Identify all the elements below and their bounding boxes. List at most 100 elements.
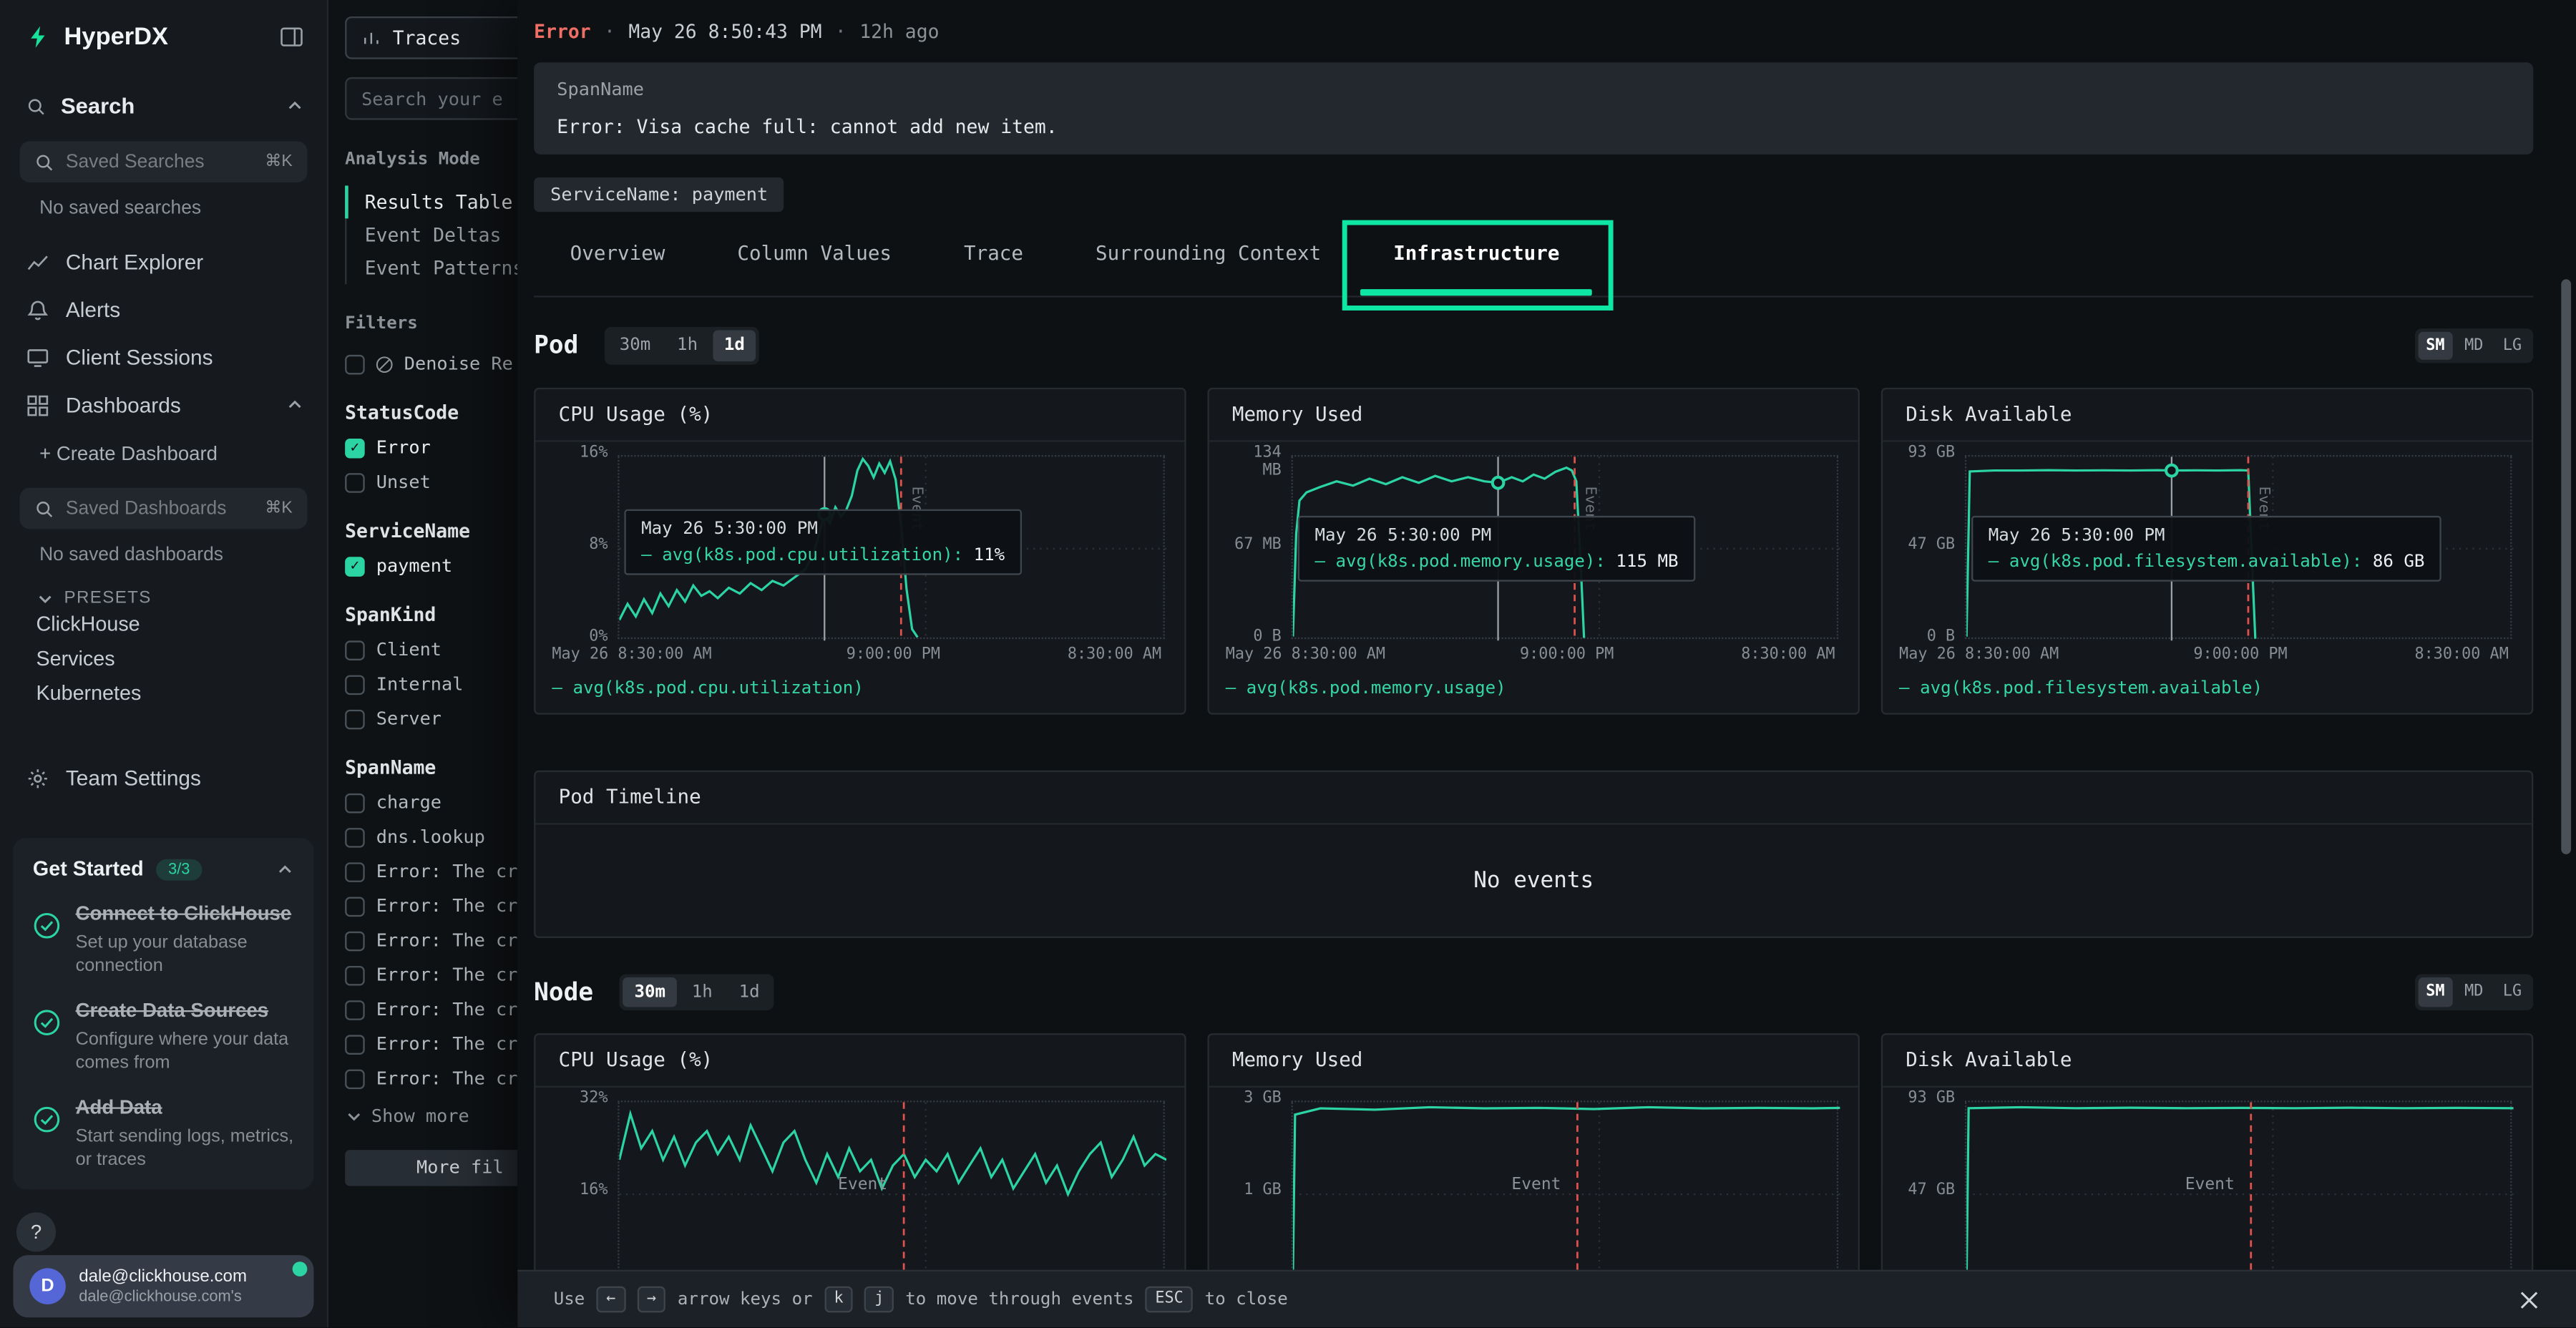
get-started-item-subtitle: Set up your database connection [76,931,294,978]
get-started-item-create-data-sources[interactable]: Create Data SourcesConfigure where your … [33,999,294,1075]
node-range-1h[interactable]: 1h [680,977,724,1007]
k-key[interactable]: k [824,1286,854,1313]
create-dashboard-button[interactable]: + Create Dashboard [39,442,327,465]
checkbox[interactable] [345,1000,365,1020]
j-key[interactable]: j [864,1286,894,1313]
get-started-item-connect-to-clickhouse[interactable]: Connect to ClickHouseSet up your databas… [33,902,294,977]
checkbox[interactable] [345,793,365,813]
esc-key[interactable]: ESC [1146,1286,1194,1313]
collapse-sidebar-icon[interactable] [279,24,303,49]
checkbox[interactable] [345,827,365,847]
checkbox[interactable] [345,931,365,951]
user-account-chip[interactable]: D dale@clickhouse.com dale@clickhouse.co… [13,1255,313,1317]
node-range-30m[interactable]: 30m [623,977,677,1007]
filter-option-dns-lookup[interactable]: dns.lookup [345,826,517,848]
checkbox[interactable] [345,354,365,374]
more-filters-button[interactable]: More fil [345,1150,517,1186]
checkbox[interactable] [345,861,365,882]
search-section-header[interactable]: Search [26,94,304,118]
saved-searches-input[interactable]: Saved Searches ⌘K [20,141,308,182]
chart-plot-pod-disk[interactable]: EventMay 26 5:30:00 PM— avg(k8s.pod.file… [1965,454,2512,638]
chart-plot-pod-cpu[interactable]: EventMay 26 5:30:00 PM— avg(k8s.pod.cpu.… [618,454,1165,638]
node-size-sm[interactable]: SM [2418,978,2453,1007]
chevron-up-icon[interactable] [276,860,294,878]
tooltip-series-label: avg(k8s.pod.filesystem.available): [2009,551,2373,571]
filter-option-unset[interactable]: Unset [345,472,517,493]
close-icon[interactable] [2519,1289,2540,1310]
checkbox[interactable] [345,709,365,729]
arrow-right-key[interactable]: → [637,1286,666,1313]
pod-range-30m[interactable]: 30m [608,330,663,361]
get-started-card: Get Started 3/3 Connect to ClickHouseSet… [13,838,313,1189]
filter-option-charge[interactable]: charge [345,792,517,814]
presets-toggle[interactable]: PRESETS [36,588,327,608]
checkbox[interactable] [345,965,365,985]
tab-overview[interactable]: Overview [570,241,665,296]
checkbox[interactable] [345,472,365,492]
filter-option-error-the-cr[interactable]: Error: The cr [345,1068,517,1089]
filter-option-error-the-cr[interactable]: Error: The cr [345,895,517,917]
analysis-mode-event-deltas[interactable]: Event Deltas [345,218,517,251]
sidebar-item-team-settings[interactable]: Team Settings [0,754,327,802]
checkbox[interactable]: ✓ [345,438,365,458]
preset-item-kubernetes[interactable]: Kubernetes [36,677,327,711]
arrow-left-key[interactable]: ← [596,1286,625,1313]
help-button[interactable]: ? [16,1212,56,1251]
source-selector-button[interactable]: Traces [345,16,517,59]
preset-item-clickhouse[interactable]: ClickHouse [36,607,327,642]
pod-size-md[interactable]: MD [2457,331,2492,360]
preset-item-services[interactable]: Services [36,643,327,677]
scrollbar-thumb[interactable] [2561,279,2571,854]
node-size-md[interactable]: MD [2457,978,2492,1007]
pod-size-sm[interactable]: SM [2418,331,2453,360]
get-started-header[interactable]: Get Started 3/3 [33,857,294,880]
filter-option-payment[interactable]: ✓payment [345,555,517,577]
checkbox[interactable] [345,1068,365,1088]
pod-range-1d[interactable]: 1d [713,330,756,361]
filter-option-error-the-cr[interactable]: Error: The cr [345,965,517,986]
checkbox[interactable] [345,640,365,660]
chevron-up-icon[interactable] [286,396,303,414]
denoise-results-toggle[interactable]: Denoise Re [345,353,517,375]
pod-range-1h[interactable]: 1h [665,330,709,361]
chart-plot-node-cpu[interactable]: Event [618,1101,1165,1270]
sidebar-item-client-sessions[interactable]: Client Sessions [0,333,327,381]
filter-option-error[interactable]: ✓Error [345,437,517,459]
filter-option-error-the-cr[interactable]: Error: The cr [345,861,517,882]
sidebar-item-alerts[interactable]: Alerts [0,285,327,333]
analysis-mode-event-patterns[interactable]: Event Patterns [345,251,517,284]
chart-plot-pod-memory[interactable]: EventMay 26 5:30:00 PM— avg(k8s.pod.memo… [1292,454,1839,638]
filter-option-error-the-cr[interactable]: Error: The cr [345,929,517,951]
filter-option-internal[interactable]: Internal [345,673,517,695]
node-section-title: Node [534,977,593,1007]
sidebar-item-dashboards[interactable]: Dashboards [0,381,327,429]
pod-size-lg[interactable]: LG [2494,331,2529,360]
service-tag[interactable]: ServiceName: payment [534,177,784,212]
filter-option-error-the-cr[interactable]: Error: The cr [345,999,517,1020]
tab-surrounding-context[interactable]: Surrounding Context [1096,241,1321,296]
filter-option-client[interactable]: Client [345,639,517,660]
tab-column-values[interactable]: Column Values [737,241,892,296]
checkbox[interactable] [345,896,365,916]
node-range-1d[interactable]: 1d [728,977,771,1007]
chart-plot-node-memory[interactable]: Event [1292,1101,1839,1270]
sidebar-item-chart-explorer[interactable]: Chart Explorer [0,238,327,286]
checkbox[interactable] [345,674,365,694]
chevron-up-icon[interactable] [286,97,303,114]
tab-trace[interactable]: Trace [964,241,1023,296]
node-size-lg[interactable]: LG [2494,978,2529,1007]
saved-dashboards-input[interactable]: Saved Dashboards ⌘K [20,488,308,529]
grid-icon [26,394,49,416]
filter-option-error-the-cr[interactable]: Error: The cr [345,1033,517,1055]
get-started-item-add-data[interactable]: Add DataStart sending logs, metrics, or … [33,1096,294,1172]
tooltip-value: 115 MB [1616,551,1678,571]
event-search-input[interactable]: Search your e [345,77,517,120]
checkbox[interactable]: ✓ [345,556,365,576]
filter-group-spanname: SpanName [345,756,517,778]
show-more-button[interactable]: Show more [345,1105,517,1127]
tab-infrastructure[interactable]: Infrastructure [1393,241,1559,296]
analysis-mode-results-table[interactable]: Results Table [345,185,517,218]
checkbox[interactable] [345,1034,365,1054]
chart-plot-node-disk[interactable]: Event [1965,1101,2512,1270]
filter-option-server[interactable]: Server [345,708,517,730]
